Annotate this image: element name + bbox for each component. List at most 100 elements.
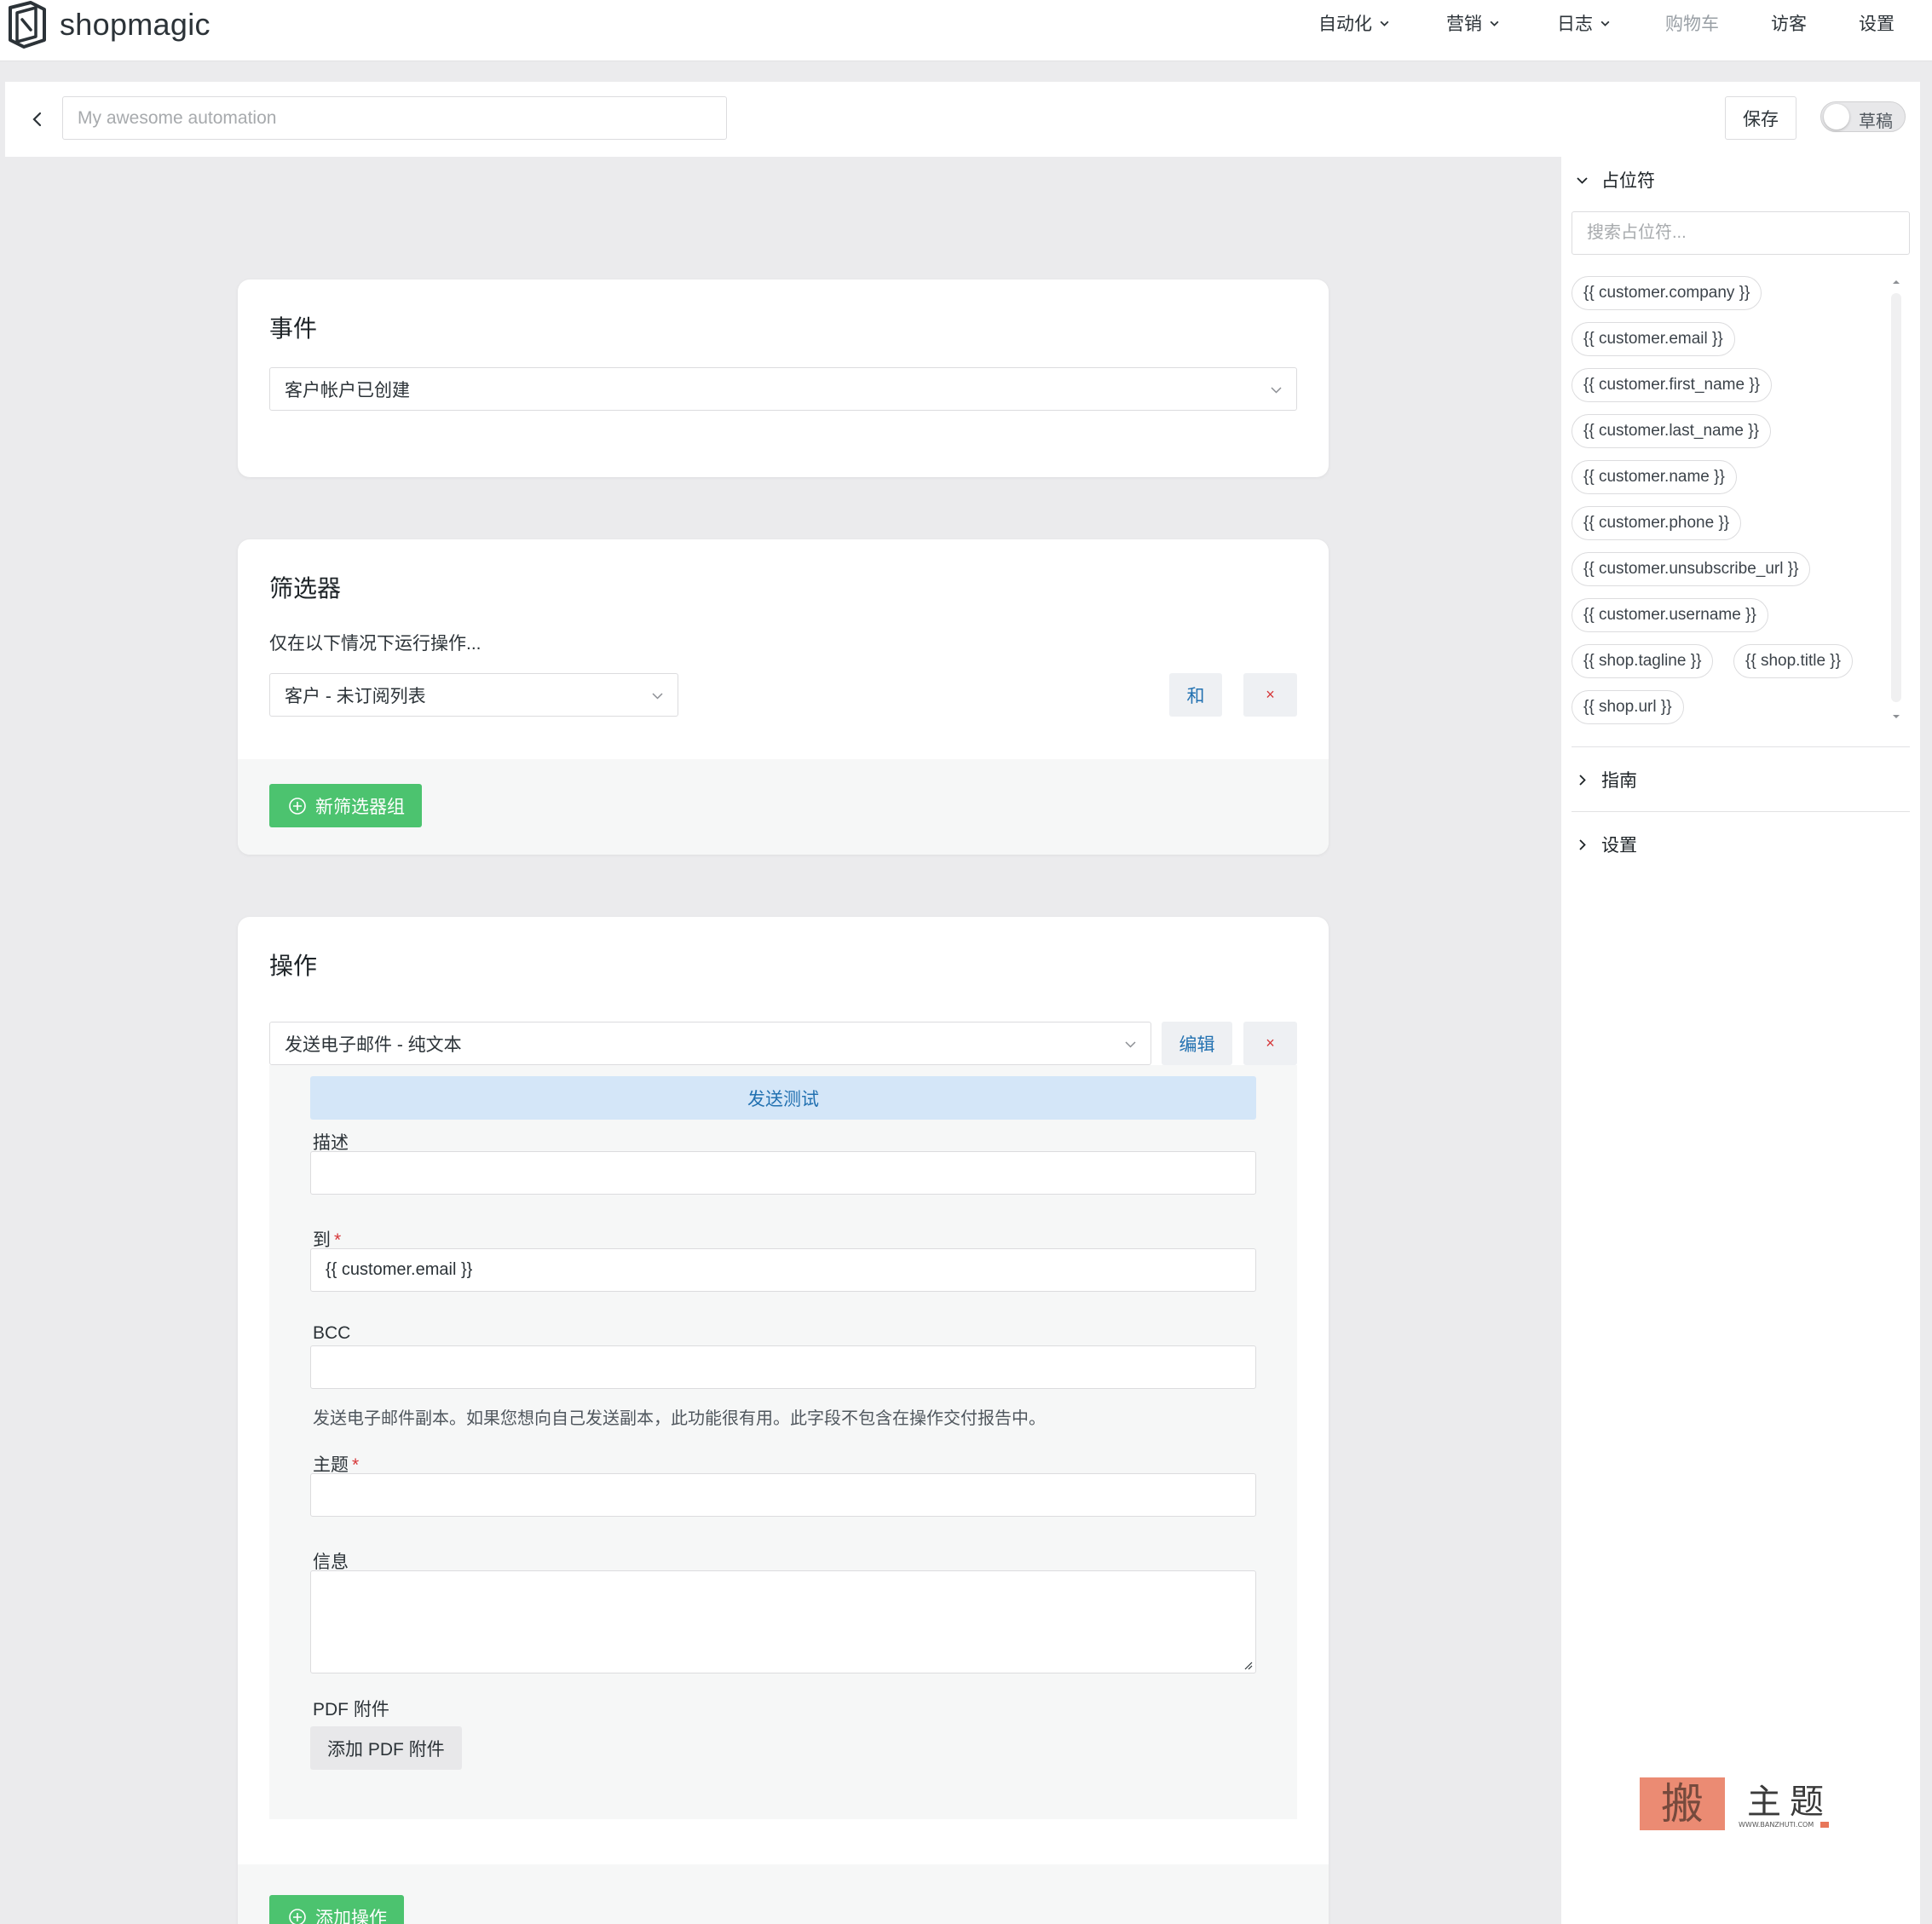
- placeholder-search-input[interactable]: [1572, 211, 1910, 255]
- chevron-down-icon: [1380, 20, 1389, 26]
- send-test-button[interactable]: 发送测试: [310, 1076, 1256, 1120]
- plus-circle-icon: [289, 1908, 306, 1924]
- resize-grip-icon[interactable]: [1243, 1660, 1253, 1670]
- placeholder-tag[interactable]: {{ customer.username }}: [1572, 598, 1768, 632]
- placeholder-tag[interactable]: {{ shop.url }}: [1572, 690, 1684, 724]
- chevron-down-icon: [1271, 387, 1282, 394]
- placeholder-tag[interactable]: {{ customer.email }}: [1572, 322, 1735, 356]
- placeholder-scrollbar[interactable]: [1889, 276, 1904, 724]
- nav-label: 营销: [1446, 14, 1482, 34]
- filter-footer: 新筛选器组: [238, 759, 1329, 855]
- to-label-text: 到: [313, 1230, 331, 1250]
- plus-circle-icon: [289, 797, 306, 815]
- nav-label: 自动化: [1318, 14, 1372, 34]
- pdf-label: PDF 附件: [313, 1700, 389, 1720]
- filter-select[interactable]: 客户 - 未订阅列表: [269, 673, 678, 717]
- description-field[interactable]: [310, 1151, 1256, 1195]
- automation-header: 保存 草稿: [5, 82, 1920, 157]
- save-button[interactable]: 保存: [1725, 96, 1796, 140]
- nav-label: 访客: [1771, 14, 1807, 34]
- bcc-help-text: 发送电子邮件副本。如果您想向自己发送副本，此功能很有用。此字段不包含在操作交付报…: [313, 1409, 1046, 1428]
- nav-carts[interactable]: 购物车: [1665, 9, 1719, 37]
- placeholders-title: 占位符: [1601, 171, 1655, 191]
- shopmagic-logo-icon: [9, 1, 46, 49]
- draft-status-label: 草稿: [1859, 112, 1893, 131]
- action-select-value: 发送电子邮件 - 纯文本: [285, 1034, 462, 1055]
- event-card: 事件 客户帐户已创建: [238, 279, 1329, 477]
- add-filter-group-label: 新筛选器组: [315, 797, 405, 817]
- bcc-field[interactable]: [310, 1345, 1256, 1389]
- placeholder-tag[interactable]: {{ customer.unsubscribe_url }}: [1572, 552, 1811, 586]
- placeholder-tag[interactable]: {{ customer.company }}: [1572, 276, 1762, 310]
- action-config-panel: 发送测试 描述 到 * {{ customer.email }} BCC 发送电子…: [269, 1065, 1297, 1819]
- subject-field[interactable]: [310, 1473, 1256, 1517]
- brand[interactable]: shopmagic: [5, 0, 211, 49]
- filter-card: 筛选器 仅在以下情况下运行操作... 客户 - 未订阅列表 和 × 新筛选器组: [238, 539, 1329, 855]
- right-sidebar: 占位符 {{ customer.company }} {{ customer.e…: [1561, 157, 1920, 1924]
- svg-text:题: 题: [1790, 1783, 1824, 1822]
- placeholder-tag[interactable]: {{ customer.name }}: [1572, 460, 1737, 494]
- action-card: 操作 发送电子邮件 - 纯文本 编辑 × 发送测试 描述 到 * {{ custo…: [238, 917, 1329, 1924]
- nav-automation[interactable]: 自动化: [1318, 9, 1390, 37]
- back-arrow-icon[interactable]: [26, 107, 49, 131]
- nav-label: 购物车: [1665, 14, 1719, 34]
- scroll-up-icon[interactable]: [1892, 278, 1900, 286]
- event-card-title: 事件: [269, 315, 318, 342]
- settings-title: 设置: [1601, 836, 1637, 855]
- add-action-button[interactable]: 添加操作: [269, 1895, 404, 1924]
- remove-filter-button[interactable]: ×: [1243, 673, 1297, 717]
- subject-label-text: 主题: [313, 1455, 349, 1475]
- svg-text:主: 主: [1747, 1783, 1781, 1822]
- event-select[interactable]: 客户帐户已创建: [269, 367, 1297, 411]
- divider: [1572, 746, 1910, 747]
- automation-title-input[interactable]: [62, 96, 727, 140]
- nav-settings[interactable]: 设置: [1859, 9, 1895, 37]
- placeholders-section-header[interactable]: 占位符: [1575, 167, 1655, 193]
- placeholder-tag[interactable]: {{ shop.tagline }}: [1572, 644, 1714, 678]
- chevron-down-icon: [1125, 1041, 1136, 1048]
- guide-section-header[interactable]: 指南: [1575, 767, 1637, 792]
- to-field[interactable]: {{ customer.email }}: [310, 1248, 1256, 1292]
- action-select[interactable]: 发送电子邮件 - 纯文本: [269, 1022, 1151, 1065]
- top-navigation: shopmagic 自动化 营销 日志 购物车 访客 设置: [0, 0, 1932, 61]
- add-filter-group-button[interactable]: 新筛选器组: [269, 784, 422, 827]
- event-select-value: 客户帐户已创建: [285, 380, 410, 400]
- chevron-down-icon: [1577, 176, 1588, 184]
- filter-card-title: 筛选器: [269, 575, 342, 602]
- nav-logs[interactable]: 日志: [1557, 9, 1611, 37]
- nav-marketing[interactable]: 营销: [1446, 9, 1500, 37]
- action-footer: 添加操作: [238, 1864, 1329, 1924]
- nav-visitors[interactable]: 访客: [1771, 9, 1807, 37]
- chevron-down-icon: [1490, 20, 1499, 26]
- draft-status-toggle[interactable]: 草稿: [1820, 101, 1906, 132]
- nav-label: 设置: [1859, 14, 1895, 34]
- scrollbar-thumb[interactable]: [1891, 293, 1901, 702]
- toggle-knob: [1824, 104, 1849, 130]
- add-action-label: 添加操作: [315, 1908, 387, 1924]
- placeholder-tag[interactable]: {{ shop.title }}: [1733, 644, 1853, 678]
- filter-select-value: 客户 - 未订阅列表: [285, 686, 426, 706]
- remove-action-button[interactable]: ×: [1243, 1022, 1297, 1065]
- required-mark: *: [334, 1230, 342, 1250]
- placeholder-tag[interactable]: {{ customer.phone }}: [1572, 506, 1742, 540]
- svg-text:搬: 搬: [1661, 1779, 1704, 1829]
- scroll-down-icon[interactable]: [1892, 712, 1900, 721]
- filter-intro: 仅在以下情况下运行操作...: [269, 634, 482, 654]
- chevron-down-icon: [1600, 20, 1610, 26]
- add-pdf-attachment-button[interactable]: 添加 PDF 附件: [310, 1726, 462, 1770]
- guide-title: 指南: [1601, 771, 1637, 791]
- placeholder-tag[interactable]: {{ customer.first_name }}: [1572, 368, 1773, 402]
- and-filter-button[interactable]: 和: [1169, 673, 1222, 717]
- nav-label: 日志: [1557, 14, 1593, 34]
- action-card-title: 操作: [269, 953, 318, 979]
- chevron-right-icon: [1579, 838, 1586, 850]
- brand-name: shopmagic: [60, 7, 211, 42]
- banzhuti-watermark-logo: 搬 主 题 WWW.BANZHUTI.COM: [1640, 1777, 1829, 1830]
- message-textarea[interactable]: [310, 1570, 1256, 1673]
- chevron-right-icon: [1579, 774, 1586, 786]
- placeholder-tag[interactable]: {{ customer.last_name }}: [1572, 414, 1771, 448]
- bcc-label: BCC: [313, 1323, 351, 1343]
- chevron-down-icon: [652, 693, 663, 700]
- settings-section-header[interactable]: 设置: [1575, 832, 1637, 857]
- edit-action-button[interactable]: 编辑: [1162, 1022, 1232, 1065]
